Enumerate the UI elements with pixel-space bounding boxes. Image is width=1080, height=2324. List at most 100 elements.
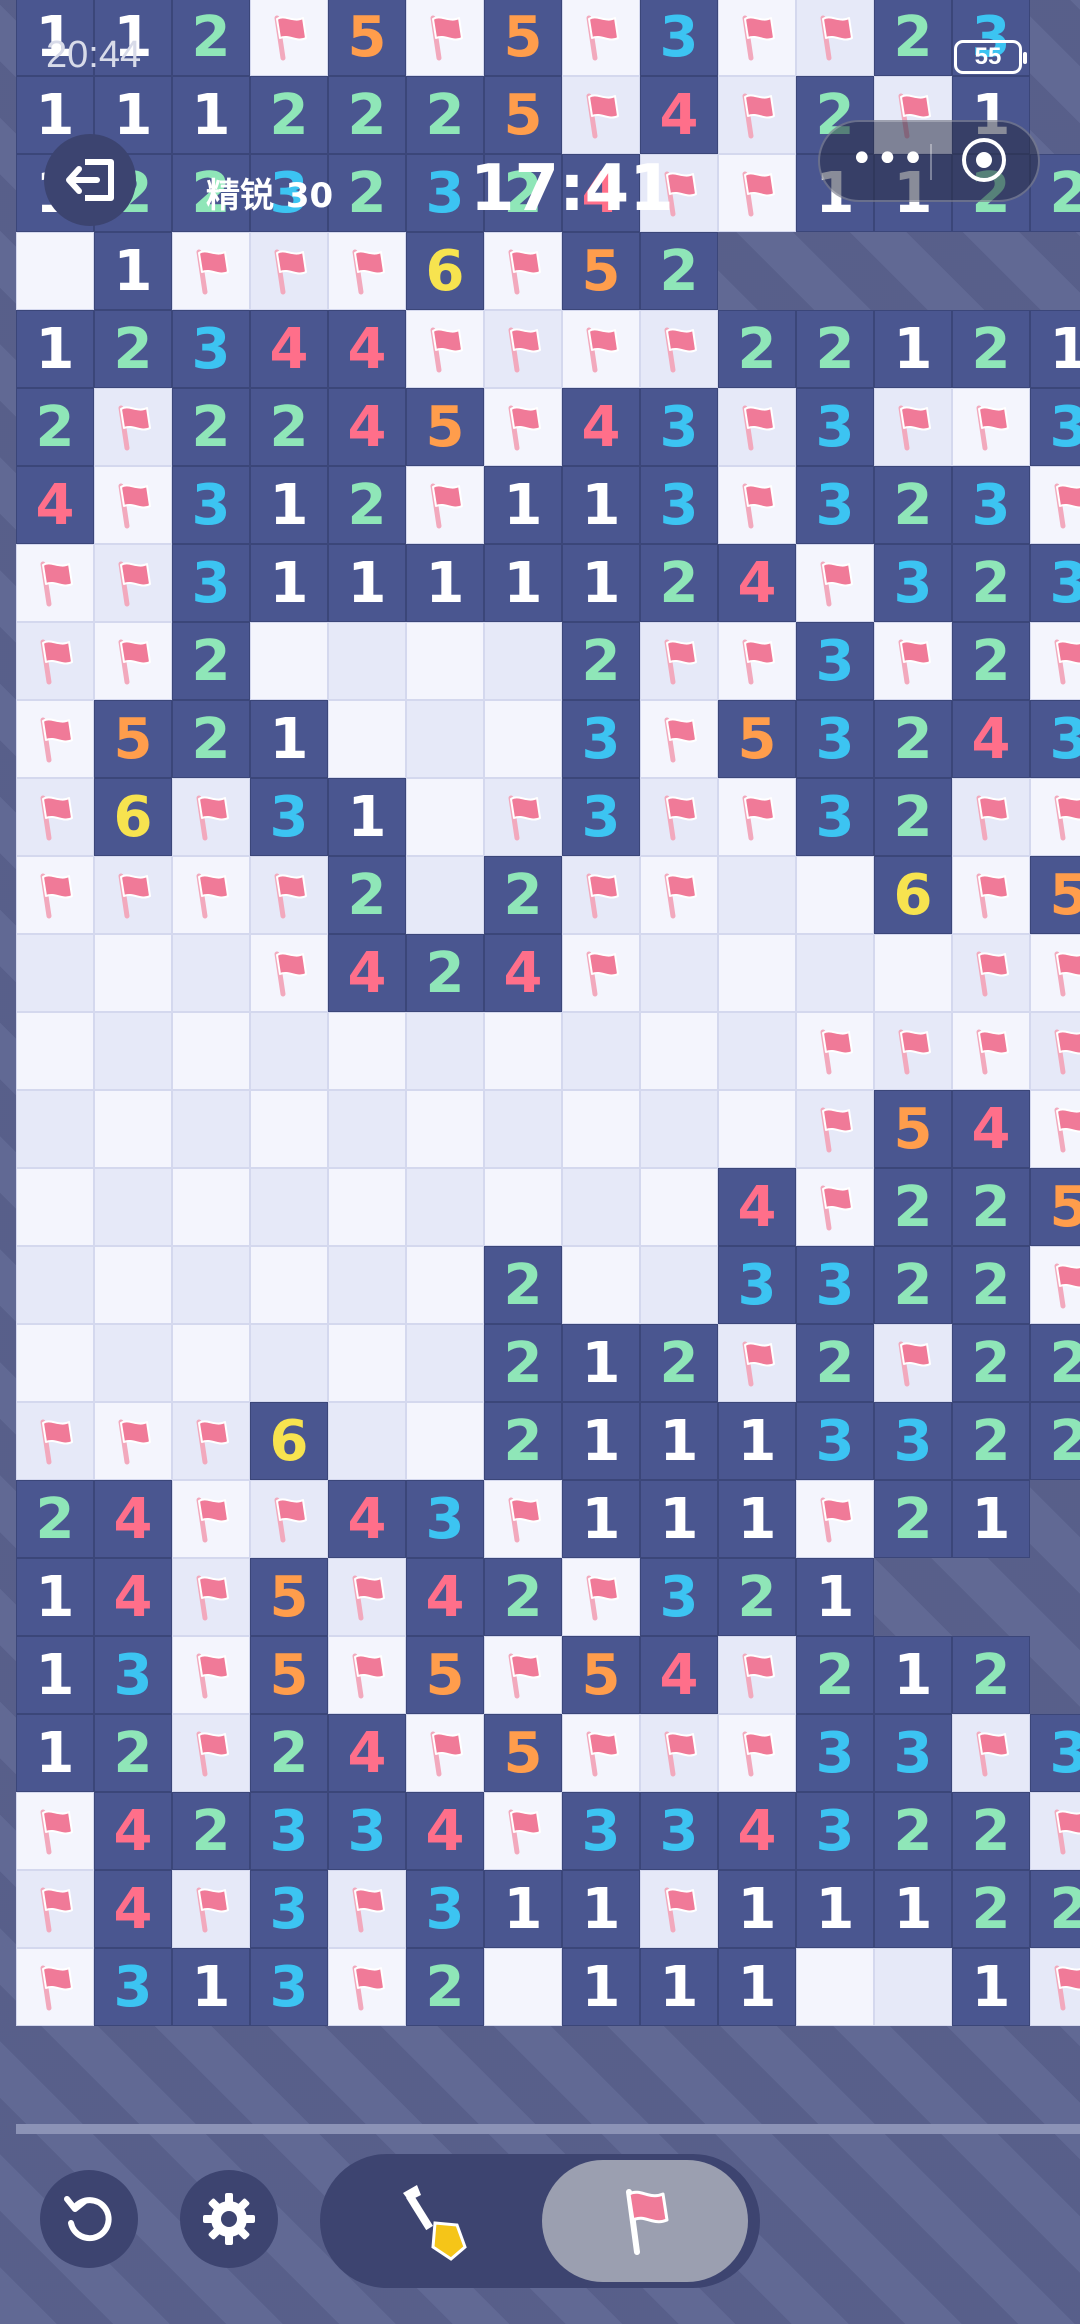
flagged-cell[interactable]: [640, 700, 718, 778]
flagged-cell[interactable]: [640, 1870, 718, 1948]
flagged-cell[interactable]: [796, 1168, 874, 1246]
hidden-cell[interactable]: [94, 1168, 172, 1246]
number-cell[interactable]: 5: [484, 1714, 562, 1792]
flagged-cell[interactable]: [1030, 1090, 1080, 1168]
flagged-cell[interactable]: [952, 1012, 1030, 1090]
number-cell[interactable]: 1: [484, 544, 562, 622]
flagged-cell[interactable]: [484, 1792, 562, 1870]
number-cell[interactable]: 3: [250, 1948, 328, 2026]
hidden-cell[interactable]: [250, 1012, 328, 1090]
flagged-cell[interactable]: [640, 622, 718, 700]
flagged-cell[interactable]: [172, 232, 250, 310]
exit-button[interactable]: [44, 134, 136, 226]
number-cell[interactable]: 2: [874, 1168, 952, 1246]
number-cell[interactable]: 5: [250, 1558, 328, 1636]
hidden-cell[interactable]: [562, 1168, 640, 1246]
flagged-cell[interactable]: [1030, 1012, 1080, 1090]
number-cell[interactable]: 6: [406, 232, 484, 310]
hidden-cell[interactable]: [484, 622, 562, 700]
number-cell[interactable]: 1: [16, 1714, 94, 1792]
number-cell[interactable]: 3: [718, 1246, 796, 1324]
number-cell[interactable]: 1: [172, 1948, 250, 2026]
hidden-cell[interactable]: [172, 934, 250, 1012]
number-cell[interactable]: 2: [952, 1168, 1030, 1246]
hidden-cell[interactable]: [328, 1012, 406, 1090]
number-cell[interactable]: 1: [328, 544, 406, 622]
hidden-cell[interactable]: [718, 1012, 796, 1090]
number-cell[interactable]: 1: [640, 1948, 718, 2026]
number-cell[interactable]: 2: [562, 622, 640, 700]
number-cell[interactable]: 4: [94, 1558, 172, 1636]
number-cell[interactable]: 2: [1030, 1870, 1080, 1948]
flagged-cell[interactable]: [94, 622, 172, 700]
number-cell[interactable]: 1: [562, 1948, 640, 2026]
hidden-cell[interactable]: [172, 1090, 250, 1168]
number-cell[interactable]: 2: [874, 1480, 952, 1558]
flagged-cell[interactable]: [952, 856, 1030, 934]
number-cell[interactable]: 6: [874, 856, 952, 934]
flagged-cell[interactable]: [718, 388, 796, 466]
hidden-cell[interactable]: [484, 1168, 562, 1246]
hidden-cell[interactable]: [328, 1246, 406, 1324]
number-cell[interactable]: 3: [640, 466, 718, 544]
number-cell[interactable]: 2: [328, 856, 406, 934]
number-cell[interactable]: 2: [484, 856, 562, 934]
flagged-cell[interactable]: [484, 778, 562, 856]
hidden-cell[interactable]: [16, 232, 94, 310]
hidden-cell[interactable]: [484, 700, 562, 778]
hidden-cell[interactable]: [406, 700, 484, 778]
number-cell[interactable]: 2: [328, 466, 406, 544]
number-cell[interactable]: 4: [952, 700, 1030, 778]
flag-mode-button[interactable]: [542, 2160, 748, 2282]
number-cell[interactable]: 2: [952, 544, 1030, 622]
number-cell[interactable]: 5: [718, 700, 796, 778]
hidden-cell[interactable]: [484, 1090, 562, 1168]
hidden-cell[interactable]: [94, 1012, 172, 1090]
number-cell[interactable]: 2: [406, 934, 484, 1012]
flagged-cell[interactable]: [874, 622, 952, 700]
number-cell[interactable]: 3: [796, 1402, 874, 1480]
hidden-cell[interactable]: [406, 778, 484, 856]
number-cell[interactable]: 2: [16, 1480, 94, 1558]
number-cell[interactable]: 2: [640, 544, 718, 622]
flagged-cell[interactable]: [16, 856, 94, 934]
flagged-cell[interactable]: [952, 778, 1030, 856]
number-cell[interactable]: 4: [640, 1636, 718, 1714]
flagged-cell[interactable]: [1030, 466, 1080, 544]
number-cell[interactable]: 3: [796, 1246, 874, 1324]
hidden-cell[interactable]: [328, 700, 406, 778]
number-cell[interactable]: 3: [1030, 1714, 1080, 1792]
flagged-cell[interactable]: [640, 856, 718, 934]
number-cell[interactable]: 4: [250, 310, 328, 388]
hidden-cell[interactable]: [718, 934, 796, 1012]
number-cell[interactable]: 3: [640, 388, 718, 466]
number-cell[interactable]: 3: [250, 1870, 328, 1948]
mini-program-capsule[interactable]: •••: [818, 120, 1040, 202]
flagged-cell[interactable]: [718, 154, 796, 232]
number-cell[interactable]: 3: [796, 700, 874, 778]
flagged-cell[interactable]: [172, 1558, 250, 1636]
number-cell[interactable]: 2: [406, 1948, 484, 2026]
hidden-cell[interactable]: [16, 1090, 94, 1168]
flagged-cell[interactable]: [94, 388, 172, 466]
number-cell[interactable]: 2: [640, 1324, 718, 1402]
flagged-cell[interactable]: [1030, 1246, 1080, 1324]
number-cell[interactable]: 3: [952, 466, 1030, 544]
flagged-cell[interactable]: [406, 310, 484, 388]
number-cell[interactable]: 2: [406, 76, 484, 154]
flagged-cell[interactable]: [328, 1870, 406, 1948]
number-cell[interactable]: 1: [874, 1636, 952, 1714]
flagged-cell[interactable]: [1030, 778, 1080, 856]
hidden-cell[interactable]: [16, 1324, 94, 1402]
number-cell[interactable]: 1: [562, 466, 640, 544]
number-cell[interactable]: 3: [1030, 544, 1080, 622]
number-cell[interactable]: 3: [562, 700, 640, 778]
number-cell[interactable]: 2: [952, 310, 1030, 388]
number-cell[interactable]: 5: [94, 700, 172, 778]
number-cell[interactable]: 4: [562, 388, 640, 466]
hidden-cell[interactable]: [406, 1090, 484, 1168]
flagged-cell[interactable]: [562, 310, 640, 388]
flagged-cell[interactable]: [718, 0, 796, 76]
number-cell[interactable]: 1: [874, 1870, 952, 1948]
number-cell[interactable]: 3: [1030, 700, 1080, 778]
